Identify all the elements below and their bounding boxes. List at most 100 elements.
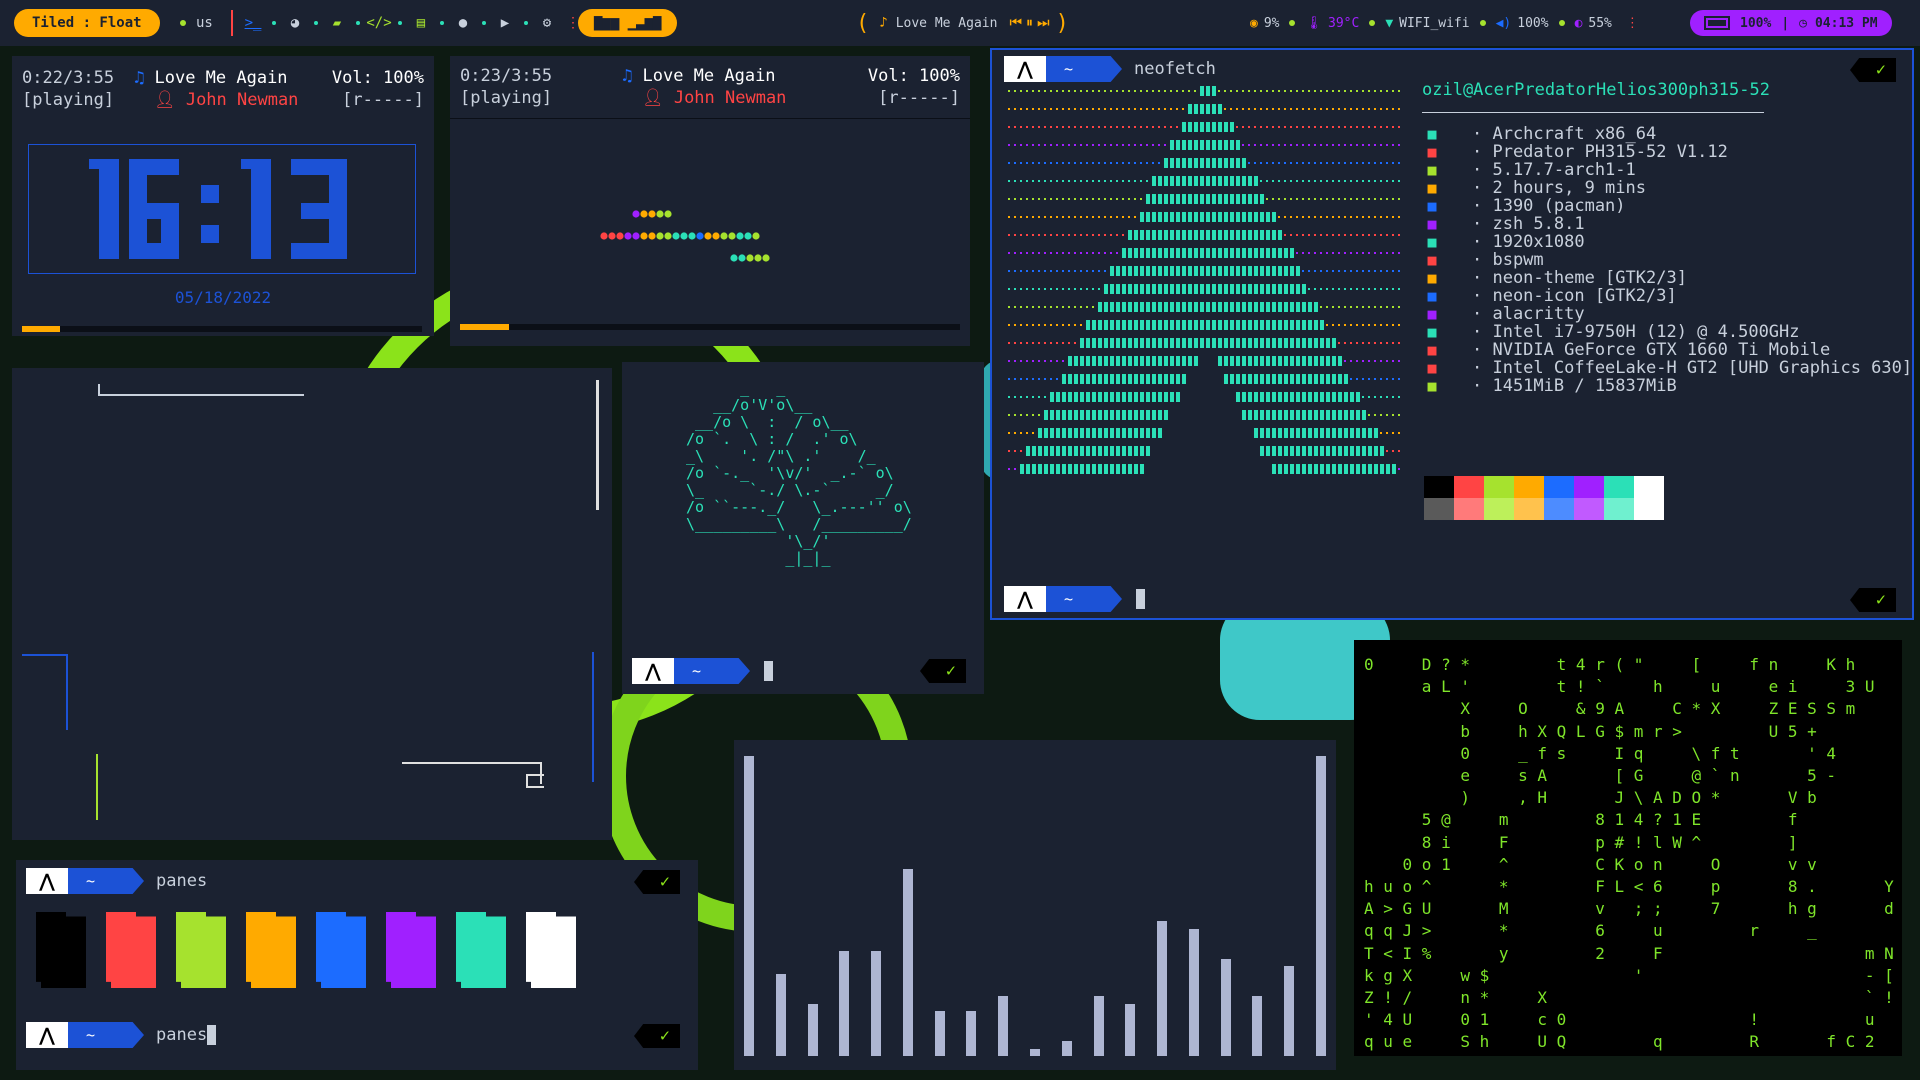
pipes-window[interactable]: [12, 368, 612, 840]
prev-track-button[interactable]: ⏮: [1009, 15, 1022, 31]
text-cursor[interactable]: [764, 661, 773, 681]
logo-dot: [1386, 90, 1388, 92]
logo-dot: [1110, 90, 1112, 92]
logo-dot: [1242, 338, 1246, 348]
logo-dot: [1188, 356, 1192, 366]
layout-toggle[interactable]: Tiled : Float: [14, 9, 160, 37]
logo-dot: [1146, 428, 1150, 438]
music-visualizer-window[interactable]: 0:23/3:55 [playing] ♫ Love Me Again 👤︎ J…: [450, 56, 970, 346]
logo-dot: [1392, 234, 1394, 236]
logo-dot: [1230, 446, 1234, 456]
color-swatch: [1604, 476, 1634, 498]
logo-dot: [1152, 428, 1156, 438]
logo-dot: [1146, 194, 1150, 204]
logo-dot: [1122, 428, 1126, 438]
logo-dot: [1074, 144, 1076, 146]
logo-dot: [1128, 126, 1130, 128]
panes-window[interactable]: ⋀ ~ panes ✓ ⋀ ~ panes ✓: [16, 860, 698, 1070]
code-icon[interactable]: </>: [366, 15, 392, 31]
logo-dot: [1302, 428, 1306, 438]
progress-bar[interactable]: [460, 324, 960, 330]
logo-dot: [1134, 108, 1136, 110]
logo-dot: [1068, 428, 1072, 438]
logo-dot: [1194, 338, 1198, 348]
logo-dot: [1194, 446, 1198, 456]
logo-dot: [1254, 212, 1258, 222]
logo-dot: [1332, 270, 1334, 272]
logo-dot: [1368, 270, 1370, 272]
logo-dot: [1044, 270, 1046, 272]
logo-dot: [1074, 342, 1076, 344]
wifi-name[interactable]: WIFI_wifi: [1399, 16, 1469, 31]
media-title[interactable]: Love Me Again: [896, 16, 998, 31]
matrix-window[interactable]: 0 D ? * t 4 r ( " [ f n K h E ^ a L ' t …: [1354, 640, 1902, 1056]
logo-dot: [1368, 234, 1370, 236]
keyboard-layout[interactable]: us: [196, 15, 213, 31]
logo-dot: [1020, 198, 1022, 200]
color-swatch: [1514, 476, 1544, 498]
logo-dot: [1356, 108, 1358, 110]
settings-icon[interactable]: ⚙: [534, 15, 560, 31]
pause-button[interactable]: ⏸: [1026, 15, 1033, 31]
logo-dot: [1062, 198, 1064, 200]
logo-dot: [1332, 306, 1334, 308]
logo-dot: [1386, 396, 1388, 398]
logo-dot: [1086, 270, 1088, 272]
logo-dot: [1284, 446, 1288, 456]
logo-dot: [1020, 270, 1022, 272]
visualizer-widget[interactable]: ▇▆▆ ▁▃▆▇: [578, 9, 678, 37]
logo-dot: [1074, 464, 1078, 474]
logo-dot: [1146, 180, 1148, 182]
logo-dot: [1260, 338, 1264, 348]
logo-dot: [1398, 144, 1400, 146]
logo-dot: [1104, 446, 1108, 456]
logo-dot: [1386, 252, 1388, 254]
info-line: · neon-icon [GTK2/3]: [1472, 286, 1677, 306]
logo-dot: [1260, 126, 1262, 128]
logo-dot: [1242, 158, 1246, 168]
menu-dots-icon[interactable]: ⋮: [1626, 16, 1639, 31]
volume-text: Vol: 100%: [867, 66, 960, 86]
logo-dot: [1392, 252, 1394, 254]
logo-dot: [1092, 374, 1096, 384]
music-clock-window[interactable]: 0:22/3:55 [playing] ♫ Love Me Again 👤︎ J…: [12, 56, 434, 336]
logo-dot: [1248, 464, 1252, 474]
logo-dot: [1380, 432, 1382, 434]
logo-dot: [1344, 288, 1346, 290]
progress-bar[interactable]: [22, 326, 422, 332]
logo-dot: [1290, 392, 1294, 402]
shell-prompt: ⋀ ~: [1004, 586, 1145, 612]
chat-icon[interactable]: ●: [450, 15, 476, 31]
logo-dot: [1320, 270, 1322, 272]
logo-dot: [1176, 464, 1180, 474]
terminal-icon[interactable]: >_: [240, 15, 266, 31]
text-cursor[interactable]: [207, 1025, 217, 1045]
logo-dot: [1098, 270, 1100, 272]
editor-icon[interactable]: ▤: [408, 15, 434, 31]
logo-dot: [1296, 234, 1298, 236]
logo-dot: [1050, 144, 1052, 146]
volume-level[interactable]: 100%: [1517, 16, 1548, 31]
youtube-icon[interactable]: ▶: [492, 15, 518, 31]
logo-dot: [1176, 90, 1178, 92]
logo-dot: [1230, 230, 1234, 240]
ascii-art-window[interactable]: _ _ __/o'V'o\__ __/o \ : / o\__ /o `. \ …: [622, 362, 984, 694]
next-track-button[interactable]: ⏭: [1037, 15, 1050, 31]
logo-dot: [1134, 90, 1136, 92]
brightness-level[interactable]: 55%: [1588, 16, 1611, 31]
matrix-row: k g X w $ ' - [ = 3: [1364, 965, 1894, 985]
info-line: · NVIDIA GeForce GTX 1660 Ti Mobile: [1472, 340, 1831, 360]
logo-dot: [1308, 320, 1312, 330]
bars-visualizer-window[interactable]: [734, 740, 1336, 1070]
logo-dot: [1128, 356, 1132, 366]
logo-dot: [1128, 90, 1130, 92]
logo-dot: [1320, 144, 1322, 146]
logo-dot: [1380, 180, 1382, 182]
logo-dot: [1332, 392, 1336, 402]
battery-clock-widget[interactable]: 100% | ◷ 04:13 PM: [1690, 10, 1892, 36]
folder-icon[interactable]: ▰: [324, 15, 350, 31]
audio-bar: [1252, 996, 1263, 1056]
firefox-icon[interactable]: ◕: [282, 15, 308, 31]
logo-dot: [1272, 392, 1276, 402]
text-cursor[interactable]: [1136, 589, 1145, 609]
